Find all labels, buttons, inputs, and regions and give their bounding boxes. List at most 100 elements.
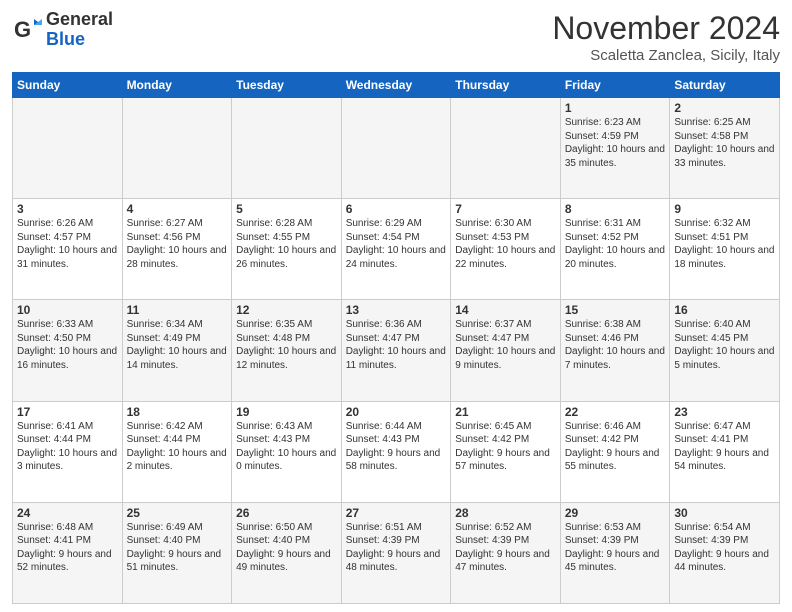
table-row: 25Sunrise: 6:49 AMSunset: 4:40 PMDayligh… bbox=[122, 502, 232, 603]
table-row bbox=[13, 98, 123, 199]
day-info: Sunrise: 6:37 AMSunset: 4:47 PMDaylight:… bbox=[455, 318, 556, 372]
table-row: 24Sunrise: 6:48 AMSunset: 4:41 PMDayligh… bbox=[13, 502, 123, 603]
day-info: Sunrise: 6:49 AMSunset: 4:40 PMDaylight:… bbox=[127, 521, 228, 575]
table-row: 14Sunrise: 6:37 AMSunset: 4:47 PMDayligh… bbox=[451, 300, 561, 401]
col-thursday: Thursday bbox=[451, 73, 561, 98]
calendar-week-row: 24Sunrise: 6:48 AMSunset: 4:41 PMDayligh… bbox=[13, 502, 780, 603]
logo-text: General Blue bbox=[46, 10, 113, 50]
day-number: 6 bbox=[346, 202, 447, 216]
table-row: 19Sunrise: 6:43 AMSunset: 4:43 PMDayligh… bbox=[232, 401, 342, 502]
day-number: 26 bbox=[236, 506, 337, 520]
day-number: 16 bbox=[674, 303, 775, 317]
table-row: 8Sunrise: 6:31 AMSunset: 4:52 PMDaylight… bbox=[560, 199, 670, 300]
day-number: 25 bbox=[127, 506, 228, 520]
calendar-week-row: 17Sunrise: 6:41 AMSunset: 4:44 PMDayligh… bbox=[13, 401, 780, 502]
day-number: 28 bbox=[455, 506, 556, 520]
day-number: 2 bbox=[674, 101, 775, 115]
day-number: 8 bbox=[565, 202, 666, 216]
calendar-header-row: Sunday Monday Tuesday Wednesday Thursday… bbox=[13, 73, 780, 98]
day-number: 19 bbox=[236, 405, 337, 419]
table-row bbox=[451, 98, 561, 199]
day-info: Sunrise: 6:46 AMSunset: 4:42 PMDaylight:… bbox=[565, 420, 666, 474]
day-info: Sunrise: 6:51 AMSunset: 4:39 PMDaylight:… bbox=[346, 521, 447, 575]
day-info: Sunrise: 6:27 AMSunset: 4:56 PMDaylight:… bbox=[127, 217, 228, 271]
day-number: 4 bbox=[127, 202, 228, 216]
table-row: 17Sunrise: 6:41 AMSunset: 4:44 PMDayligh… bbox=[13, 401, 123, 502]
table-row: 10Sunrise: 6:33 AMSunset: 4:50 PMDayligh… bbox=[13, 300, 123, 401]
day-number: 10 bbox=[17, 303, 118, 317]
table-row: 12Sunrise: 6:35 AMSunset: 4:48 PMDayligh… bbox=[232, 300, 342, 401]
day-info: Sunrise: 6:44 AMSunset: 4:43 PMDaylight:… bbox=[346, 420, 447, 474]
calendar-page: G General Blue November 2024 Scaletta Za… bbox=[0, 0, 792, 612]
table-row: 1Sunrise: 6:23 AMSunset: 4:59 PMDaylight… bbox=[560, 98, 670, 199]
day-number: 21 bbox=[455, 405, 556, 419]
day-info: Sunrise: 6:31 AMSunset: 4:52 PMDaylight:… bbox=[565, 217, 666, 271]
col-saturday: Saturday bbox=[670, 73, 780, 98]
day-info: Sunrise: 6:41 AMSunset: 4:44 PMDaylight:… bbox=[17, 420, 118, 474]
table-row: 22Sunrise: 6:46 AMSunset: 4:42 PMDayligh… bbox=[560, 401, 670, 502]
day-number: 27 bbox=[346, 506, 447, 520]
table-row: 28Sunrise: 6:52 AMSunset: 4:39 PMDayligh… bbox=[451, 502, 561, 603]
title-section: November 2024 Scaletta Zanclea, Sicily, … bbox=[552, 10, 780, 64]
col-tuesday: Tuesday bbox=[232, 73, 342, 98]
table-row bbox=[341, 98, 451, 199]
table-row: 9Sunrise: 6:32 AMSunset: 4:51 PMDaylight… bbox=[670, 199, 780, 300]
day-info: Sunrise: 6:43 AMSunset: 4:43 PMDaylight:… bbox=[236, 420, 337, 474]
day-number: 17 bbox=[17, 405, 118, 419]
day-info: Sunrise: 6:45 AMSunset: 4:42 PMDaylight:… bbox=[455, 420, 556, 474]
day-info: Sunrise: 6:48 AMSunset: 4:41 PMDaylight:… bbox=[17, 521, 118, 575]
logo-icon: G bbox=[12, 15, 42, 45]
day-number: 11 bbox=[127, 303, 228, 317]
logo-blue: Blue bbox=[46, 29, 85, 49]
table-row: 20Sunrise: 6:44 AMSunset: 4:43 PMDayligh… bbox=[341, 401, 451, 502]
table-row: 30Sunrise: 6:54 AMSunset: 4:39 PMDayligh… bbox=[670, 502, 780, 603]
calendar-table: Sunday Monday Tuesday Wednesday Thursday… bbox=[12, 72, 780, 604]
col-sunday: Sunday bbox=[13, 73, 123, 98]
table-row: 6Sunrise: 6:29 AMSunset: 4:54 PMDaylight… bbox=[341, 199, 451, 300]
day-info: Sunrise: 6:40 AMSunset: 4:45 PMDaylight:… bbox=[674, 318, 775, 372]
col-wednesday: Wednesday bbox=[341, 73, 451, 98]
table-row: 2Sunrise: 6:25 AMSunset: 4:58 PMDaylight… bbox=[670, 98, 780, 199]
day-info: Sunrise: 6:38 AMSunset: 4:46 PMDaylight:… bbox=[565, 318, 666, 372]
logo-general: General bbox=[46, 9, 113, 29]
table-row bbox=[122, 98, 232, 199]
table-row: 15Sunrise: 6:38 AMSunset: 4:46 PMDayligh… bbox=[560, 300, 670, 401]
svg-text:G: G bbox=[14, 17, 31, 42]
day-info: Sunrise: 6:42 AMSunset: 4:44 PMDaylight:… bbox=[127, 420, 228, 474]
day-info: Sunrise: 6:33 AMSunset: 4:50 PMDaylight:… bbox=[17, 318, 118, 372]
day-info: Sunrise: 6:53 AMSunset: 4:39 PMDaylight:… bbox=[565, 521, 666, 575]
table-row: 3Sunrise: 6:26 AMSunset: 4:57 PMDaylight… bbox=[13, 199, 123, 300]
table-row: 18Sunrise: 6:42 AMSunset: 4:44 PMDayligh… bbox=[122, 401, 232, 502]
day-info: Sunrise: 6:35 AMSunset: 4:48 PMDaylight:… bbox=[236, 318, 337, 372]
day-number: 22 bbox=[565, 405, 666, 419]
day-info: Sunrise: 6:25 AMSunset: 4:58 PMDaylight:… bbox=[674, 116, 775, 170]
day-number: 20 bbox=[346, 405, 447, 419]
day-number: 18 bbox=[127, 405, 228, 419]
day-info: Sunrise: 6:36 AMSunset: 4:47 PMDaylight:… bbox=[346, 318, 447, 372]
table-row: 11Sunrise: 6:34 AMSunset: 4:49 PMDayligh… bbox=[122, 300, 232, 401]
table-row: 16Sunrise: 6:40 AMSunset: 4:45 PMDayligh… bbox=[670, 300, 780, 401]
day-number: 30 bbox=[674, 506, 775, 520]
day-number: 29 bbox=[565, 506, 666, 520]
table-row: 27Sunrise: 6:51 AMSunset: 4:39 PMDayligh… bbox=[341, 502, 451, 603]
table-row: 5Sunrise: 6:28 AMSunset: 4:55 PMDaylight… bbox=[232, 199, 342, 300]
table-row: 7Sunrise: 6:30 AMSunset: 4:53 PMDaylight… bbox=[451, 199, 561, 300]
day-info: Sunrise: 6:23 AMSunset: 4:59 PMDaylight:… bbox=[565, 116, 666, 170]
table-row: 13Sunrise: 6:36 AMSunset: 4:47 PMDayligh… bbox=[341, 300, 451, 401]
logo: G General Blue bbox=[12, 10, 113, 50]
day-info: Sunrise: 6:28 AMSunset: 4:55 PMDaylight:… bbox=[236, 217, 337, 271]
location: Scaletta Zanclea, Sicily, Italy bbox=[552, 47, 780, 64]
calendar-week-row: 10Sunrise: 6:33 AMSunset: 4:50 PMDayligh… bbox=[13, 300, 780, 401]
day-info: Sunrise: 6:47 AMSunset: 4:41 PMDaylight:… bbox=[674, 420, 775, 474]
day-info: Sunrise: 6:34 AMSunset: 4:49 PMDaylight:… bbox=[127, 318, 228, 372]
day-number: 1 bbox=[565, 101, 666, 115]
day-info: Sunrise: 6:52 AMSunset: 4:39 PMDaylight:… bbox=[455, 521, 556, 575]
calendar-week-row: 3Sunrise: 6:26 AMSunset: 4:57 PMDaylight… bbox=[13, 199, 780, 300]
col-monday: Monday bbox=[122, 73, 232, 98]
table-row: 23Sunrise: 6:47 AMSunset: 4:41 PMDayligh… bbox=[670, 401, 780, 502]
day-number: 15 bbox=[565, 303, 666, 317]
day-number: 23 bbox=[674, 405, 775, 419]
day-info: Sunrise: 6:29 AMSunset: 4:54 PMDaylight:… bbox=[346, 217, 447, 271]
day-number: 12 bbox=[236, 303, 337, 317]
header: G General Blue November 2024 Scaletta Za… bbox=[12, 10, 780, 64]
